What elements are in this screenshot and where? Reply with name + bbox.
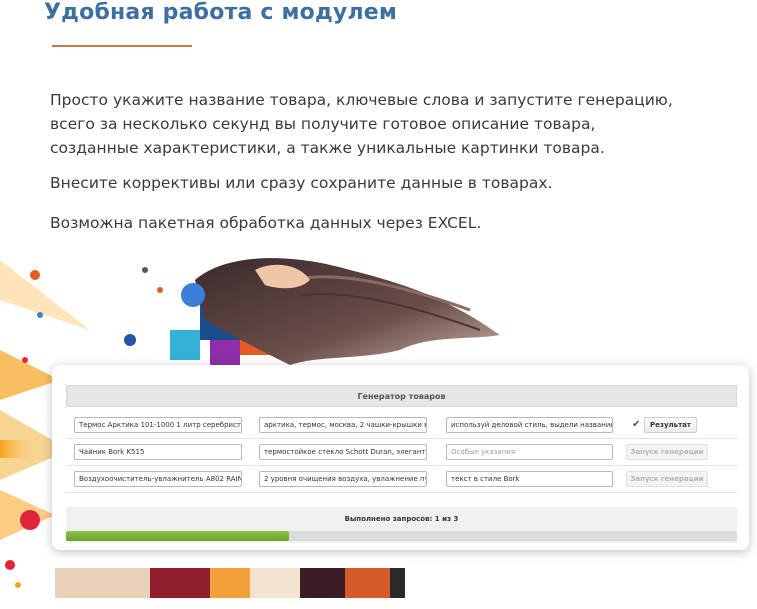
start-generation-button[interactable]: Запуск генерации — [626, 444, 708, 460]
page-title: Удобная работа с модулем — [44, 0, 398, 25]
table-row: Воздухоочиститель-увлажнитель A802 RAIN … — [66, 467, 737, 493]
table-row: Чайник Bork K515 термостойкое стекло Sch… — [66, 440, 737, 466]
title-underline — [52, 45, 192, 47]
product-name-input[interactable]: Чайник Bork K515 — [74, 444, 242, 460]
excel-paragraph: Возможна пакетная обработка данных через… — [50, 214, 482, 232]
keywords-input[interactable]: термостойкое стекло Schott Duran, элеган… — [259, 444, 427, 460]
progress-footer: Выполнено запросов: 1 из 3 — [66, 507, 737, 543]
edit-paragraph: Внесите коррективы или сразу сохраните д… — [50, 174, 553, 192]
product-generator-panel: Генератор товаров Термос Арктика 101-100… — [52, 365, 749, 550]
keywords-input[interactable]: арктика, термос, москва, 2 чашки-крышки … — [259, 417, 427, 433]
intro-line-1: Просто укажите название товара, ключевые… — [50, 91, 673, 109]
instructions-input[interactable]: Особые указания — [446, 444, 613, 460]
status-text: Выполнено запросов: 1 из 3 — [344, 515, 459, 523]
product-name-input[interactable]: Термос Арктика 101-1000 1 литр серебрист… — [74, 417, 242, 433]
table-row: Термос Арктика 101-1000 1 литр серебрист… — [66, 413, 737, 439]
check-icon: ✔ — [632, 419, 641, 430]
intro-paragraph: Просто укажите название товара, ключевые… — [50, 88, 750, 160]
instructions-input[interactable]: текст в стиле Bork — [446, 471, 613, 487]
progress-fill — [66, 531, 290, 541]
start-generation-button[interactable]: Запуск генерации — [626, 471, 708, 487]
progress-bar — [66, 531, 737, 541]
intro-line-3: созданные характеристики, а также уникал… — [50, 139, 605, 157]
instructions-input[interactable]: используй деловой стиль, выдели название… — [446, 417, 613, 433]
generator-title: Генератор товаров — [66, 385, 737, 407]
intro-line-2: всего за несколько секунд вы получите го… — [50, 115, 596, 133]
result-button[interactable]: Результат — [644, 417, 697, 433]
product-name-input[interactable]: Воздухоочиститель-увлажнитель A802 RAIN — [74, 471, 242, 487]
keywords-input[interactable]: 2 уровня очищения воздуха, увлажнение пу… — [259, 471, 427, 487]
